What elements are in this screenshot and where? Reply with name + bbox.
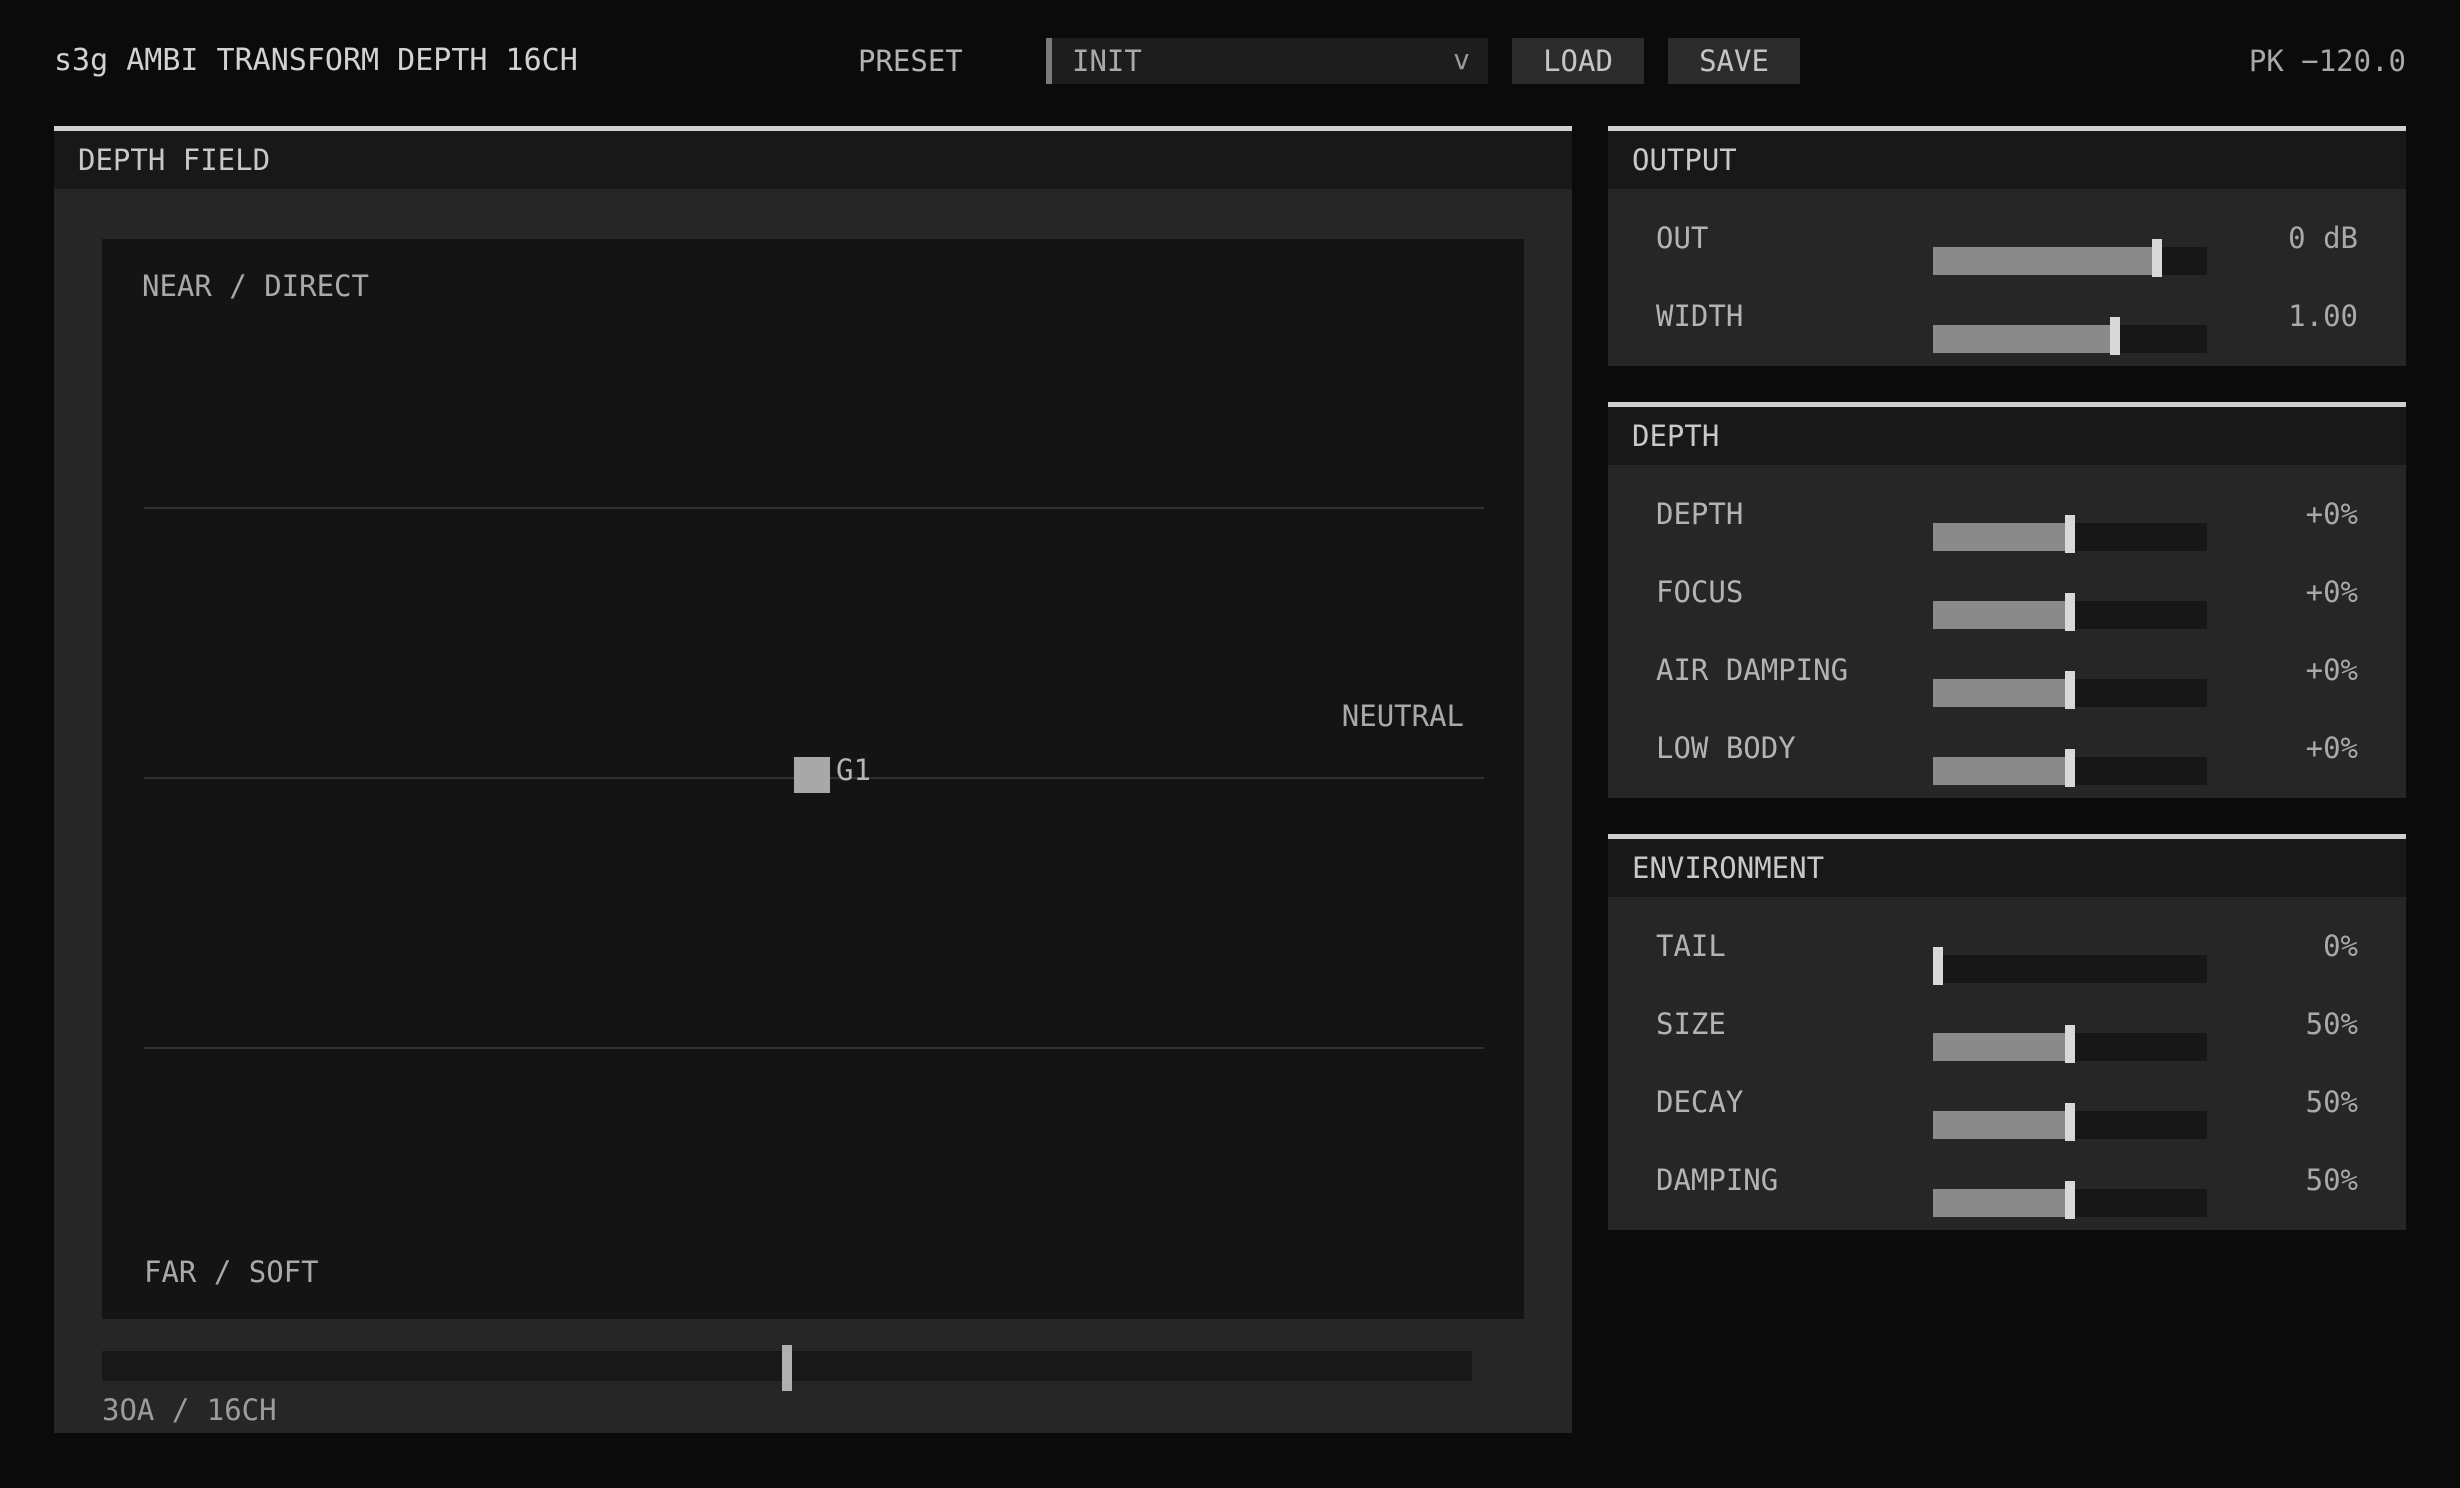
environment-panel: ENVIRONMENT TAIL 0% SIZE 50% DECAY 50% DAMPING… bbox=[1608, 834, 2406, 1230]
slider-tail[interactable] bbox=[1933, 947, 2207, 985]
slider-fill-width bbox=[1933, 325, 2115, 353]
output-title: OUTPUT bbox=[1608, 131, 2406, 189]
slider-handle-out[interactable] bbox=[2152, 239, 2162, 277]
param-row-out: OUT 0 dB bbox=[1608, 199, 2406, 277]
param-label-depth: DEPTH bbox=[1656, 497, 1744, 531]
slider-handle-air-damping[interactable] bbox=[2065, 671, 2075, 709]
depth-panel: DEPTH DEPTH +0% FOCUS +0% AIR DAMPING +0% LOW … bbox=[1608, 402, 2406, 798]
output-panel: OUTPUT OUT 0 dB WIDTH 1.00 bbox=[1608, 126, 2406, 366]
param-value-size: 50% bbox=[2305, 1007, 2358, 1041]
depth-field-panel: DEPTH FIELD NEAR / DIRECT NEUTRAL G1 FAR… bbox=[54, 126, 1572, 1433]
near-direct-label: NEAR / DIRECT bbox=[142, 269, 369, 303]
load-button[interactable]: LOAD bbox=[1512, 38, 1644, 84]
environment-title: ENVIRONMENT bbox=[1608, 839, 2406, 897]
format-label: 3OA / 16CH bbox=[102, 1393, 277, 1427]
preset-value: INIT bbox=[1072, 44, 1142, 78]
preset-dropdown[interactable]: INIT v bbox=[1046, 38, 1488, 84]
source-node-label: G1 bbox=[836, 753, 871, 787]
param-value-out: 0 dB bbox=[2288, 221, 2358, 255]
source-node-g1[interactable] bbox=[794, 757, 830, 793]
horizontal-scrollbar[interactable] bbox=[102, 1345, 1472, 1391]
slider-handle-damping[interactable] bbox=[2065, 1181, 2075, 1219]
slider-handle-focus[interactable] bbox=[2065, 593, 2075, 631]
param-row-air-damping: AIR DAMPING +0% bbox=[1608, 631, 2406, 709]
output-params: OUT 0 dB WIDTH 1.00 bbox=[1608, 189, 2406, 355]
param-value-width: 1.00 bbox=[2288, 299, 2358, 333]
param-value-tail: 0% bbox=[2323, 929, 2358, 963]
slider-air-damping[interactable] bbox=[1933, 671, 2207, 709]
param-row-decay: DECAY 50% bbox=[1608, 1063, 2406, 1141]
slider-fill-decay bbox=[1933, 1111, 2070, 1139]
param-row-depth: DEPTH +0% bbox=[1608, 475, 2406, 553]
slider-fill-air-damping bbox=[1933, 679, 2070, 707]
param-value-focus: +0% bbox=[2305, 575, 2358, 609]
param-row-low-body: LOW BODY +0% bbox=[1608, 709, 2406, 787]
param-label-width: WIDTH bbox=[1656, 299, 1744, 333]
save-button[interactable]: SAVE bbox=[1668, 38, 1800, 84]
slider-fill-depth bbox=[1933, 523, 2070, 551]
depth-field-title: DEPTH FIELD bbox=[54, 131, 1572, 189]
param-label-low-body: LOW BODY bbox=[1656, 731, 1796, 765]
preset-label: PRESET bbox=[858, 44, 963, 78]
slider-fill-out bbox=[1933, 247, 2157, 275]
slider-fill-low-body bbox=[1933, 757, 2070, 785]
param-value-air-damping: +0% bbox=[2305, 653, 2358, 687]
depth-field-canvas[interactable]: NEAR / DIRECT NEUTRAL G1 FAR / SOFT bbox=[102, 239, 1524, 1319]
param-row-damping: DAMPING 50% bbox=[1608, 1141, 2406, 1219]
far-soft-label: FAR / SOFT bbox=[144, 1255, 319, 1289]
slider-focus[interactable] bbox=[1933, 593, 2207, 631]
plugin-window: s3g AMBI TRANSFORM DEPTH 16CH PRESET INI… bbox=[0, 0, 2460, 1488]
slider-handle-depth[interactable] bbox=[2065, 515, 2075, 553]
slider-fill-damping bbox=[1933, 1189, 2070, 1217]
peak-readout: PK −120.0 bbox=[2248, 44, 2406, 78]
param-label-tail: TAIL bbox=[1656, 929, 1726, 963]
grid-line-lower bbox=[144, 1047, 1484, 1049]
param-label-out: OUT bbox=[1656, 221, 1709, 255]
param-row-size: SIZE 50% bbox=[1608, 985, 2406, 1063]
slider-fill-size bbox=[1933, 1033, 2070, 1061]
plugin-title: s3g AMBI TRANSFORM DEPTH 16CH bbox=[54, 43, 578, 78]
neutral-label: NEUTRAL bbox=[1341, 699, 1464, 733]
depth-params: DEPTH +0% FOCUS +0% AIR DAMPING +0% LOW BODY +0… bbox=[1608, 465, 2406, 787]
slider-low-body[interactable] bbox=[1933, 749, 2207, 787]
param-label-focus: FOCUS bbox=[1656, 575, 1744, 609]
slider-damping[interactable] bbox=[1933, 1181, 2207, 1219]
slider-fill-focus bbox=[1933, 601, 2070, 629]
slider-out[interactable] bbox=[1933, 239, 2207, 277]
slider-handle-decay[interactable] bbox=[2065, 1103, 2075, 1141]
slider-handle-size[interactable] bbox=[2065, 1025, 2075, 1063]
param-row-width: WIDTH 1.00 bbox=[1608, 277, 2406, 355]
param-row-tail: TAIL 0% bbox=[1608, 907, 2406, 985]
param-value-decay: 50% bbox=[2305, 1085, 2358, 1119]
slider-handle-tail[interactable] bbox=[1933, 947, 1943, 985]
param-label-damping: DAMPING bbox=[1656, 1163, 1779, 1197]
param-value-low-body: +0% bbox=[2305, 731, 2358, 765]
chevron-down-icon: v bbox=[1453, 43, 1470, 76]
param-row-focus: FOCUS +0% bbox=[1608, 553, 2406, 631]
slider-depth[interactable] bbox=[1933, 515, 2207, 553]
slider-handle-low-body[interactable] bbox=[2065, 749, 2075, 787]
param-value-damping: 50% bbox=[2305, 1163, 2358, 1197]
grid-line-upper bbox=[144, 507, 1484, 509]
param-label-decay: DECAY bbox=[1656, 1085, 1744, 1119]
depth-title: DEPTH bbox=[1608, 407, 2406, 465]
param-value-depth: +0% bbox=[2305, 497, 2358, 531]
param-label-size: SIZE bbox=[1656, 1007, 1726, 1041]
scrollbar-thumb[interactable] bbox=[782, 1345, 792, 1391]
param-label-air-damping: AIR DAMPING bbox=[1656, 653, 1849, 687]
environment-params: TAIL 0% SIZE 50% DECAY 50% DAMPING 50% bbox=[1608, 897, 2406, 1219]
slider-decay[interactable] bbox=[1933, 1103, 2207, 1141]
slider-width[interactable] bbox=[1933, 317, 2207, 355]
slider-handle-width[interactable] bbox=[2110, 317, 2120, 355]
slider-size[interactable] bbox=[1933, 1025, 2207, 1063]
